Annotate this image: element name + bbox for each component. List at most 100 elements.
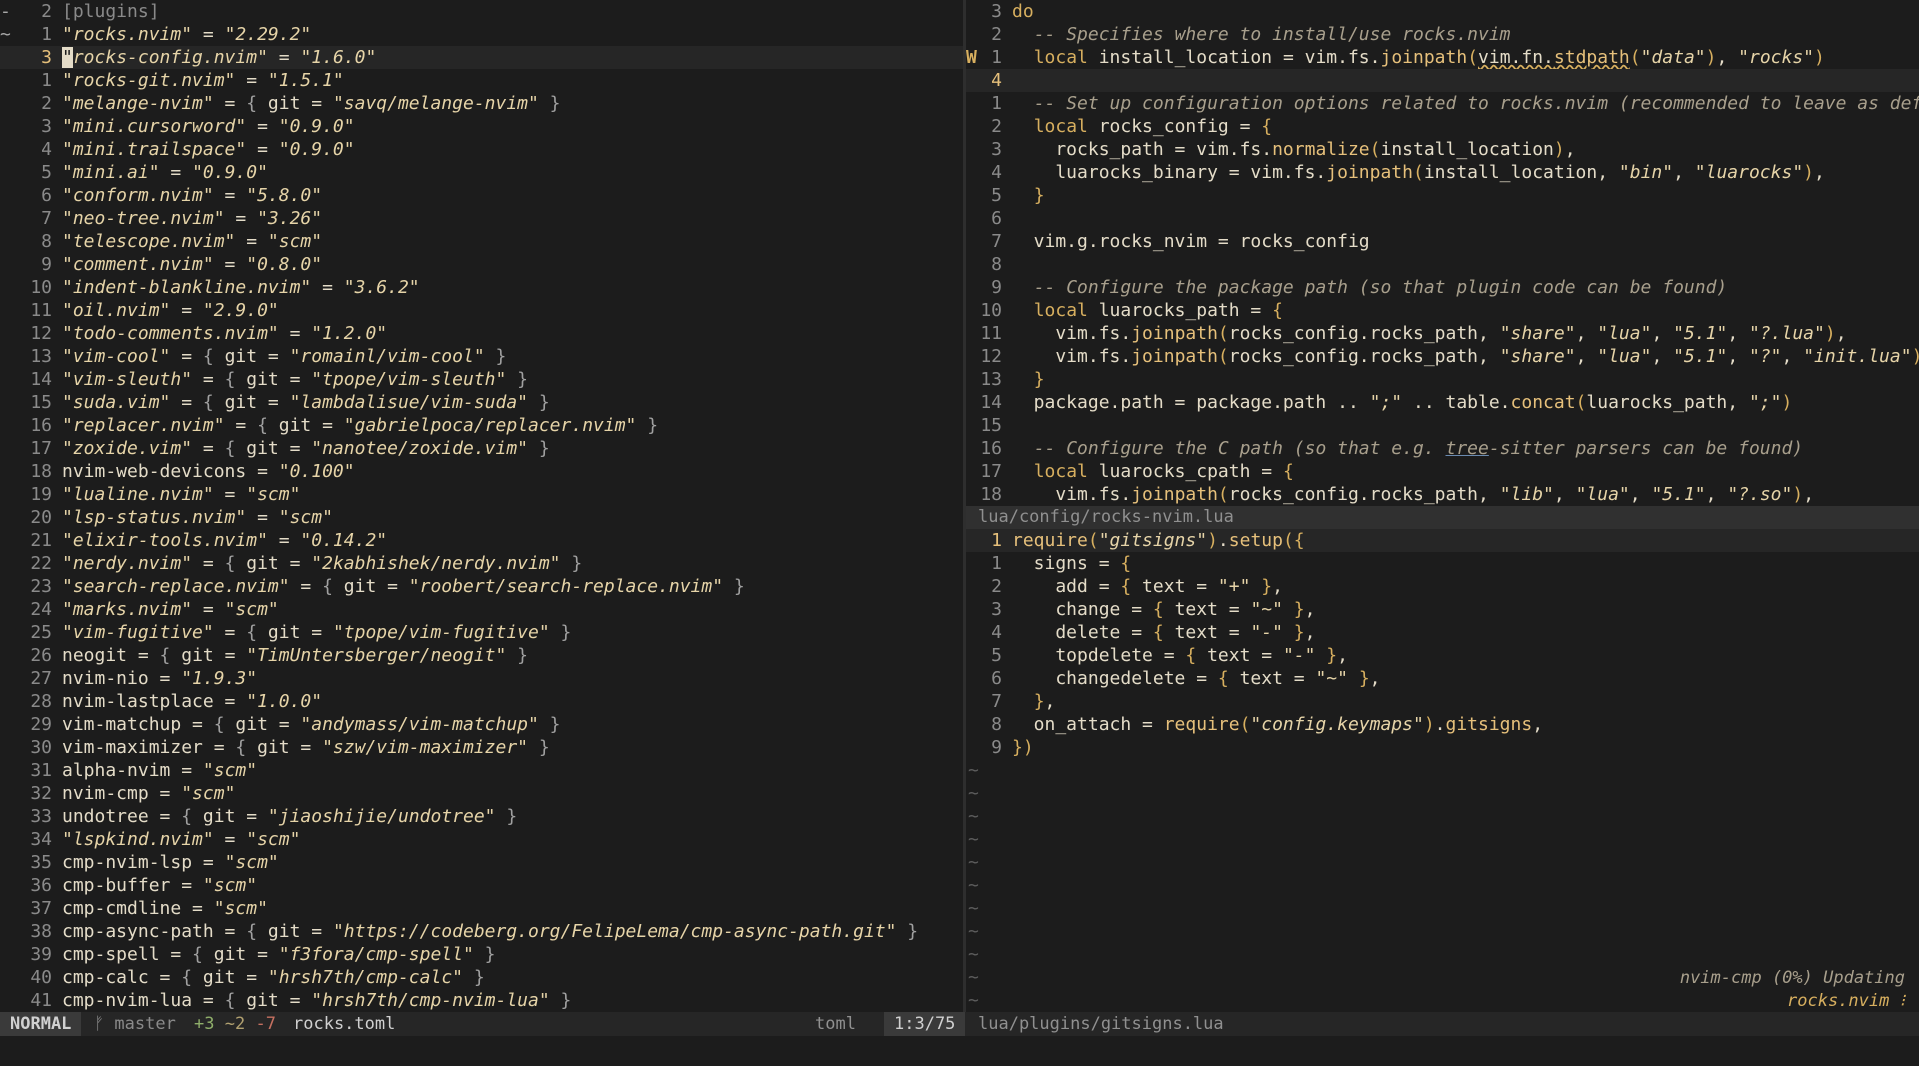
- line-number: 6: [41, 185, 52, 206]
- code-line[interactable]: 3 "rocks-config.nvim" = "1.6.0": [0, 46, 963, 69]
- code-token: }: [528, 392, 550, 413]
- code-line[interactable]: W1 local install_location = vim.fs.joinp…: [966, 46, 1919, 69]
- code-line[interactable]: 17 "zoxide.vim" = { git = "nanotee/zoxide…: [0, 437, 963, 460]
- code-line[interactable]: 4: [966, 69, 1919, 92]
- code-line[interactable]: 15: [966, 414, 1919, 437]
- code-line[interactable]: 25 "vim-fugitive" = { git = "tpope/vim-fu…: [0, 621, 963, 644]
- code-line[interactable]: 32 nvim-cmp = "scm": [0, 782, 963, 805]
- code-line[interactable]: 7 },: [966, 690, 1919, 713]
- left-editor-pane[interactable]: - 2 [plugins] ~1 "rocks.nvim" = "2.29.2" 3 "ro…: [0, 0, 963, 1012]
- code-line[interactable]: 22 "nerdy.nvim" = { git = "2kabhishek/ner…: [0, 552, 963, 575]
- code-line[interactable]: 30 vim-maximizer = { git = "szw/vim-maxim…: [0, 736, 963, 759]
- code-line[interactable]: 7 vim.g.rocks_nvim = rocks_config: [966, 230, 1919, 253]
- code-line[interactable]: 2 local rocks_config = {: [966, 115, 1919, 138]
- code-line[interactable]: 9 -- Configure the package path (so that…: [966, 276, 1919, 299]
- code-line[interactable]: ~1 "rocks.nvim" = "2.29.2": [0, 23, 963, 46]
- code-line[interactable]: 33 undotree = { git = "jiaoshijie/undotre…: [0, 805, 963, 828]
- code-line[interactable]: 3 rocks_path = vim.fs.normalize(install_…: [966, 138, 1919, 161]
- code-line[interactable]: 21 "elixir-tools.nvim" = "0.14.2": [0, 529, 963, 552]
- code-line[interactable]: 17 local luarocks_cpath = {: [966, 460, 1919, 483]
- code-line[interactable]: 4 "mini.trailspace" = "0.9.0": [0, 138, 963, 161]
- code-line[interactable]: 5 "mini.ai" = "0.9.0": [0, 161, 963, 184]
- window-bar-rocks-nvim-lua[interactable]: lua/config/rocks-nvim.lua: [966, 506, 1919, 529]
- code-line[interactable]: 14 "vim-sleuth" = { git = "tpope/vim-sleu…: [0, 368, 963, 391]
- code-line[interactable]: 7 "neo-tree.nvim" = "3.26": [0, 207, 963, 230]
- code-token: "tpope/vim-fugitive": [332, 622, 550, 643]
- code-line[interactable]: 8 "telescope.nvim" = "scm": [0, 230, 963, 253]
- code-line[interactable]: 2 "melange-nvim" = { git = "savq/melange-…: [0, 92, 963, 115]
- code-token: =: [246, 139, 279, 160]
- code-line[interactable]: 9}): [966, 736, 1919, 759]
- code-line[interactable]: 36 cmp-buffer = "scm": [0, 874, 963, 897]
- code-text: "mini.cursorword" = "0.9.0": [62, 116, 355, 137]
- code-line[interactable]: 14 package.path = package.path .. ";" ..…: [966, 391, 1919, 414]
- code-line[interactable]: 4 luarocks_binary = vim.fs.joinpath(inst…: [966, 161, 1919, 184]
- code-line[interactable]: 19 "lualine.nvim" = "scm": [0, 483, 963, 506]
- code-line[interactable]: 20 "lsp-status.nvim" = "scm": [0, 506, 963, 529]
- code-token: "0.8.0": [246, 254, 323, 275]
- code-line[interactable]: 31 alpha-nvim = "scm": [0, 759, 963, 782]
- code-line[interactable]: 11 "oil.nvim" = "2.9.0": [0, 299, 963, 322]
- code-line[interactable]: 16 "replacer.nvim" = { git = "gabrielpoca…: [0, 414, 963, 437]
- right-bottom-editor-pane[interactable]: 1 require("gitsigns").setup({1 signs = {2…: [966, 529, 1919, 1012]
- code-line[interactable]: 5 }: [966, 184, 1919, 207]
- code-line[interactable]: 8: [966, 253, 1919, 276]
- code-line[interactable]: 12 "todo-comments.nvim" = "1.2.0": [0, 322, 963, 345]
- code-line[interactable]: 8 on_attach = require("config.keymaps").…: [966, 713, 1919, 736]
- code-line[interactable]: 3 do: [966, 0, 1919, 23]
- code-line[interactable]: 4 delete = { text = "-" },: [966, 621, 1919, 644]
- code-line[interactable]: 2 -- Specifies where to install/use rock…: [966, 23, 1919, 46]
- code-line[interactable]: 40 cmp-calc = { git = "hrsh7th/cmp-calc" …: [0, 966, 963, 989]
- code-token: vim-maximizer =: [62, 737, 236, 758]
- code-line[interactable]: 11 vim.fs.joinpath(rocks_config.rocks_pa…: [966, 322, 1919, 345]
- code-line[interactable]: 23 "search-replace.nvim" = { git = "roobe…: [0, 575, 963, 598]
- code-line[interactable]: - 2 [plugins]: [0, 0, 963, 23]
- line-number: 22: [30, 553, 52, 574]
- code-token: "lua": [1575, 484, 1630, 505]
- code-token: luarocks_path,: [1586, 392, 1749, 413]
- code-line[interactable]: 3 "mini.cursorword" = "0.9.0": [0, 115, 963, 138]
- code-line[interactable]: 35 cmp-nvim-lsp = "scm": [0, 851, 963, 874]
- code-line[interactable]: 38 cmp-async-path = { git = "https://code…: [0, 920, 963, 943]
- code-line[interactable]: 9 "comment.nvim" = "0.8.0": [0, 253, 963, 276]
- code-line[interactable]: 2 add = { text = "+" },: [966, 575, 1919, 598]
- code-line[interactable]: 6: [966, 207, 1919, 230]
- code-line[interactable]: 10 "indent-blankline.nvim" = "3.6.2": [0, 276, 963, 299]
- code-line[interactable]: 1 signs = {: [966, 552, 1919, 575]
- code-line[interactable]: 1 "rocks-git.nvim" = "1.5.1": [0, 69, 963, 92]
- code-line[interactable]: 18 vim.fs.joinpath(rocks_config.rocks_pa…: [966, 483, 1919, 506]
- code-line[interactable]: 12 vim.fs.joinpath(rocks_config.rocks_pa…: [966, 345, 1919, 368]
- code-line[interactable]: 13 }: [966, 368, 1919, 391]
- code-token: topdelete =: [1012, 645, 1186, 666]
- code-text: "melange-nvim" = { git = "savq/melange-n…: [62, 93, 561, 114]
- code-line[interactable]: 6 changedelete = { text = "~" },: [966, 667, 1919, 690]
- code-line[interactable]: 18 nvim-web-devicons = "0.100": [0, 460, 963, 483]
- code-line[interactable]: 26 neogit = { git = "TimUntersberger/neog…: [0, 644, 963, 667]
- code-line[interactable]: 29 vim-matchup = { git = "andymass/vim-ma…: [0, 713, 963, 736]
- empty-buffer-tilde: ~: [968, 760, 979, 781]
- code-line[interactable]: 3 change = { text = "~" },: [966, 598, 1919, 621]
- code-token: nvim-web-devicons =: [62, 461, 279, 482]
- code-line[interactable]: 1 -- Set up configuration options relate…: [966, 92, 1919, 115]
- code-line[interactable]: 34 "lspkind.nvim" = "scm": [0, 828, 963, 851]
- code-line[interactable]: 39 cmp-spell = { git = "f3fora/cmp-spell"…: [0, 943, 963, 966]
- code-line[interactable]: 15 "suda.vim" = { git = "lambdalisue/vim-…: [0, 391, 963, 414]
- code-line[interactable]: 6 "conform.nvim" = "5.8.0": [0, 184, 963, 207]
- code-line[interactable]: 24 "marks.nvim" = "scm": [0, 598, 963, 621]
- right-top-editor-pane[interactable]: 3 do 2 -- Specifies where to install/use r…: [966, 0, 1919, 506]
- code-line[interactable]: 41 cmp-nvim-lua = { git = "hrsh7th/cmp-nv…: [0, 989, 963, 1012]
- code-line[interactable]: 27 nvim-nio = "1.9.3": [0, 667, 963, 690]
- code-line[interactable]: 5 topdelete = { text = "-" },: [966, 644, 1919, 667]
- code-text: cmp-nvim-lsp = "scm": [62, 852, 279, 873]
- code-token: }: [506, 369, 529, 390]
- code-line[interactable]: 13 "vim-cool" = { git = "romainl/vim-cool…: [0, 345, 963, 368]
- command-line[interactable]: [0, 1036, 1919, 1066]
- code-line[interactable]: 37 cmp-cmdline = "scm": [0, 897, 963, 920]
- code-token: git =: [235, 553, 312, 574]
- code-line[interactable]: 1 require("gitsigns").setup({: [966, 529, 1919, 552]
- code-token: }: [723, 576, 745, 597]
- code-line[interactable]: 28 nvim-lastplace = "1.0.0": [0, 690, 963, 713]
- code-line[interactable]: 16 -- Configure the C path (so that e.g.…: [966, 437, 1919, 460]
- code-line[interactable]: 10 local luarocks_path = {: [966, 299, 1919, 322]
